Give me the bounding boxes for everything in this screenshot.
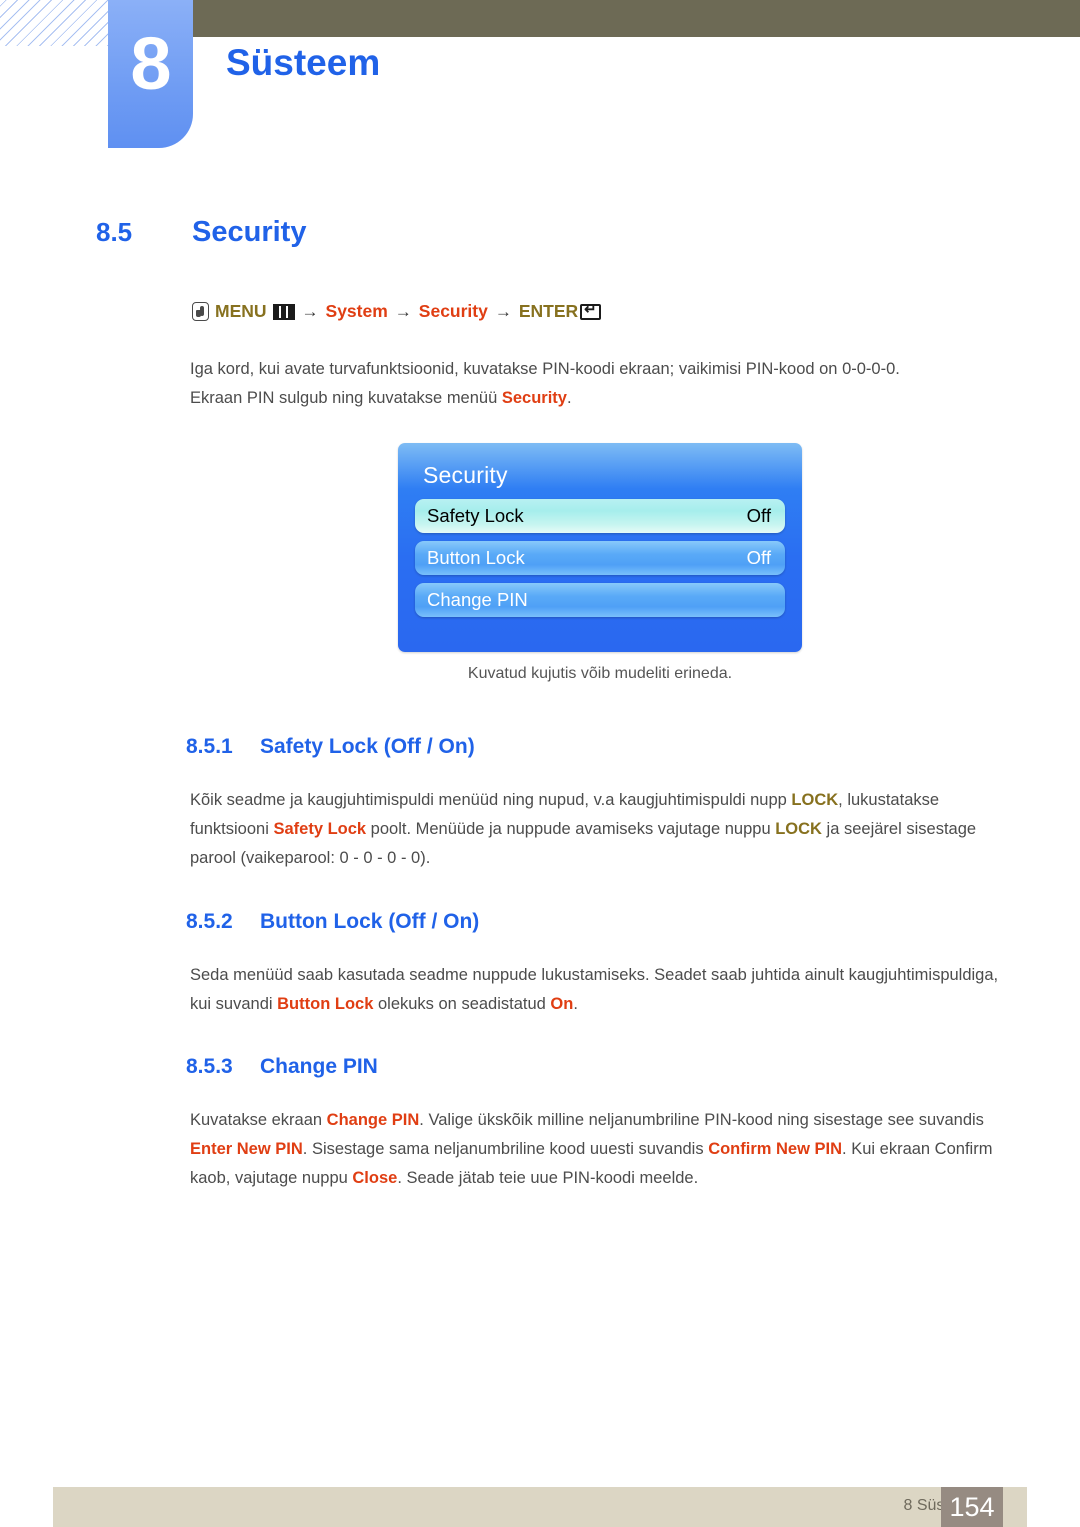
header-olive-bar xyxy=(193,0,1080,37)
breadcrumb-menu-label: MENU xyxy=(215,301,267,321)
intro-line-2-pre: Ekraan PIN sulgub ning kuvatakse menüü xyxy=(190,389,502,407)
body-text: . Sisestage sama neljanumbriline kood uu… xyxy=(302,1140,709,1158)
breadcrumb-arrow-3: → xyxy=(494,301,512,321)
intro-line-1: Iga kord, kui avate turvafunktsioonid, k… xyxy=(190,360,900,378)
body-keyword-lock: LOCK xyxy=(791,791,839,809)
osd-caption: Kuvatud kujutis võib mudeliti erineda. xyxy=(467,665,733,682)
body-keyword-confirm-new-pin: Confirm New PIN xyxy=(708,1140,843,1158)
subsection-heading-851: 8.5.1 Safety Lock (Off / On) xyxy=(186,735,475,759)
section-number: 8.5 xyxy=(96,217,133,247)
subsection-body-851: Kõik seadme ja kaugjuhtimispuldi menüüd … xyxy=(190,786,1020,873)
osd-row-label: Button Lock xyxy=(427,547,525,568)
breadcrumb-arrow-2: → xyxy=(394,301,412,321)
breadcrumb-arrow-1: → xyxy=(301,301,319,321)
osd-row-value: Off xyxy=(746,547,771,568)
body-keyword-on: On xyxy=(550,995,574,1013)
body-keyword-lock-2: LOCK xyxy=(775,820,822,838)
subsection-number: 8.5.1 xyxy=(186,735,233,758)
body-keyword-enter-new-pin: Enter New PIN xyxy=(190,1140,303,1158)
corner-hatch-decoration xyxy=(0,0,108,46)
osd-title: Security xyxy=(423,462,508,488)
footer-bar xyxy=(53,1487,1027,1527)
subsection-number: 8.5.2 xyxy=(186,910,233,933)
subsection-title: Button Lock (Off / On) xyxy=(260,910,480,933)
subsection-body-852: Seda menüüd saab kasutada seadme nuppude… xyxy=(190,961,1020,1019)
manual-page: 8 Süsteem 8.5 Security MENU → System → S… xyxy=(0,0,1080,1527)
body-text: poolt. Menüüde ja nuppude avamiseks vaju… xyxy=(366,820,776,838)
subsection-number: 8.5.3 xyxy=(186,1055,233,1078)
subsection-heading-853: 8.5.3 Change PIN xyxy=(186,1055,378,1079)
breadcrumb-enter-label: ENTER xyxy=(518,301,579,321)
body-text: . Valige ükskõik milline neljanumbriline… xyxy=(419,1111,984,1129)
breadcrumb: MENU → System → Security → ENTER xyxy=(192,301,602,322)
body-text: Kuvatakse ekraan xyxy=(190,1111,327,1129)
body-text: . Seade jätab teie uue PIN-koodi meelde. xyxy=(397,1169,699,1187)
subsection-body-853: Kuvatakse ekraan Change PIN. Valige üksk… xyxy=(190,1106,1020,1193)
intro-paragraph: Iga kord, kui avate turvafunktsioonid, k… xyxy=(190,355,1020,413)
osd-row-value: Off xyxy=(746,505,771,526)
enter-key-icon xyxy=(580,302,602,320)
section-title: Security xyxy=(192,216,307,248)
footer-page-number: 154 xyxy=(941,1487,1003,1527)
subsection-title: Safety Lock (Off / On) xyxy=(260,735,475,758)
menu-bars-icon xyxy=(272,303,295,320)
breadcrumb-item-system: System xyxy=(325,301,388,321)
osd-row-button-lock[interactable]: Button Lock Off xyxy=(415,541,785,575)
breadcrumb-item-security: Security xyxy=(418,301,488,321)
body-keyword-button-lock: Button Lock xyxy=(277,995,374,1013)
body-text: olekuks on seadistatud xyxy=(373,995,551,1013)
body-text: . xyxy=(573,995,578,1013)
chapter-number: 8 xyxy=(130,22,171,105)
osd-row-change-pin[interactable]: Change PIN xyxy=(415,583,785,617)
intro-line-2-post: . xyxy=(566,389,572,407)
body-keyword-safety-lock: Safety Lock xyxy=(273,820,367,838)
hand-pointer-icon xyxy=(192,302,209,321)
intro-highlight-security: Security xyxy=(501,389,567,407)
osd-row-safety-lock[interactable]: Safety Lock Off xyxy=(415,499,785,533)
subsection-title: Change PIN xyxy=(260,1055,378,1078)
osd-row-label: Safety Lock xyxy=(427,505,524,526)
body-text: Kõik seadme ja kaugjuhtimispuldi menüüd … xyxy=(190,791,792,809)
subsection-heading-852: 8.5.2 Button Lock (Off / On) xyxy=(186,910,479,934)
osd-row-label: Change PIN xyxy=(427,589,528,610)
body-keyword-close: Close xyxy=(352,1169,398,1187)
section-heading: 8.5 Security xyxy=(96,216,306,249)
chapter-title: Süsteem xyxy=(226,42,381,83)
osd-menu-graphic: Security Safety Lock Off Button Lock Off… xyxy=(398,443,802,652)
body-keyword-change-pin: Change PIN xyxy=(326,1111,420,1129)
